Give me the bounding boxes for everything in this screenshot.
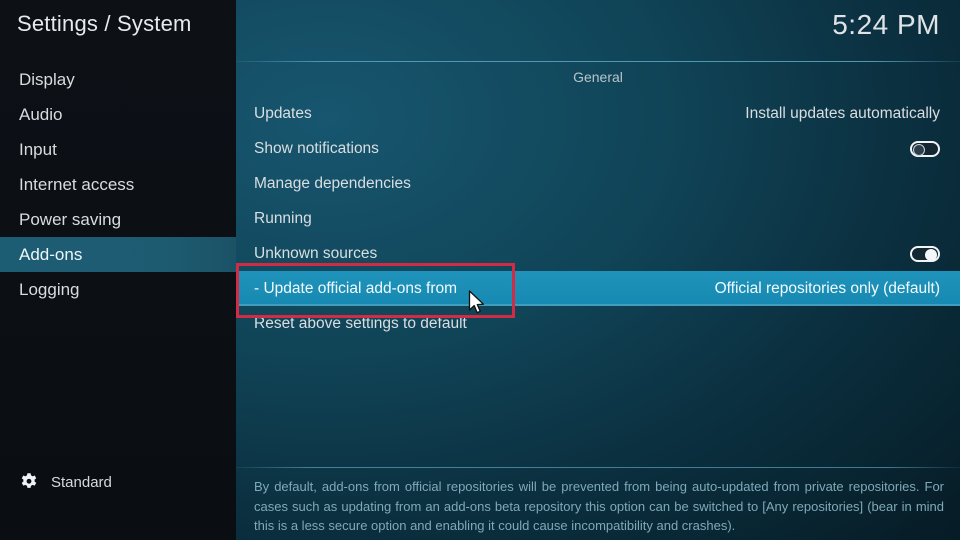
- setting-value: Install updates automatically: [745, 104, 940, 122]
- sidebar-item-label: Logging: [19, 280, 80, 299]
- setting-label: Reset above settings to default: [254, 314, 467, 332]
- sidebar-item-logging[interactable]: Logging: [0, 272, 236, 307]
- group-separator: [236, 61, 960, 62]
- sidebar-item-display[interactable]: Display: [0, 62, 236, 97]
- sidebar-item-power-saving[interactable]: Power saving: [0, 202, 236, 237]
- sidebar-item-input[interactable]: Input: [0, 132, 236, 167]
- sidebar-item-label: Audio: [19, 105, 63, 124]
- gear-icon: [19, 472, 39, 492]
- sidebar-item-audio[interactable]: Audio: [0, 97, 236, 132]
- setting-label: Running: [254, 209, 312, 227]
- settings-level-selector[interactable]: Standard: [19, 472, 112, 492]
- settings-list: Updates Install updates automatically Sh…: [236, 96, 960, 341]
- setting-value: Official repositories only (default): [714, 279, 940, 297]
- kodi-settings-screen: Settings / System Display Audio Input In…: [0, 0, 960, 540]
- unknown-sources-toggle[interactable]: [910, 245, 940, 262]
- sidebar-nav: Display Audio Input Internet access Powe…: [0, 62, 236, 307]
- footer-separator: [236, 467, 960, 468]
- sidebar-item-label: Display: [19, 70, 75, 89]
- page-title: Settings / System: [17, 11, 192, 36]
- show-notifications-toggle[interactable]: [910, 140, 940, 157]
- setting-label: Unknown sources: [254, 244, 378, 262]
- sidebar-item-internet-access[interactable]: Internet access: [0, 167, 236, 202]
- setting-row-show-notifications[interactable]: Show notifications: [236, 131, 960, 166]
- settings-level-label: Standard: [51, 473, 112, 491]
- sidebar-item-label: Add-ons: [19, 245, 83, 264]
- group-title: General: [573, 69, 623, 85]
- setting-label: Updates: [254, 104, 312, 122]
- sidebar-item-label: Internet access: [19, 175, 135, 194]
- sidebar: Settings / System Display Audio Input In…: [0, 0, 236, 540]
- toggle-knob: [913, 143, 925, 156]
- main-panel: 5:24 PM General Updates Install updates …: [236, 0, 960, 540]
- setting-label: - Update official add-ons from: [254, 279, 458, 297]
- arrow-pointer-icon: [468, 290, 486, 316]
- setting-row-manage-dependencies[interactable]: Manage dependencies: [236, 166, 960, 201]
- clock: 5:24 PM: [832, 9, 940, 40]
- sidebar-item-label: Power saving: [19, 210, 122, 229]
- setting-row-unknown-sources[interactable]: Unknown sources: [236, 236, 960, 271]
- setting-row-reset-above-settings[interactable]: Reset above settings to default: [236, 306, 960, 341]
- setting-row-running[interactable]: Running: [236, 201, 960, 236]
- setting-row-update-official-addons-from[interactable]: - Update official add-ons from Official …: [236, 271, 960, 306]
- setting-label: Manage dependencies: [254, 174, 411, 192]
- setting-label: Show notifications: [254, 139, 379, 157]
- setting-row-updates[interactable]: Updates Install updates automatically: [236, 96, 960, 131]
- toggle-knob: [925, 248, 937, 261]
- sidebar-item-add-ons[interactable]: Add-ons: [0, 237, 236, 272]
- setting-description: By default, add-ons from official reposi…: [254, 479, 944, 533]
- sidebar-item-label: Input: [19, 140, 57, 159]
